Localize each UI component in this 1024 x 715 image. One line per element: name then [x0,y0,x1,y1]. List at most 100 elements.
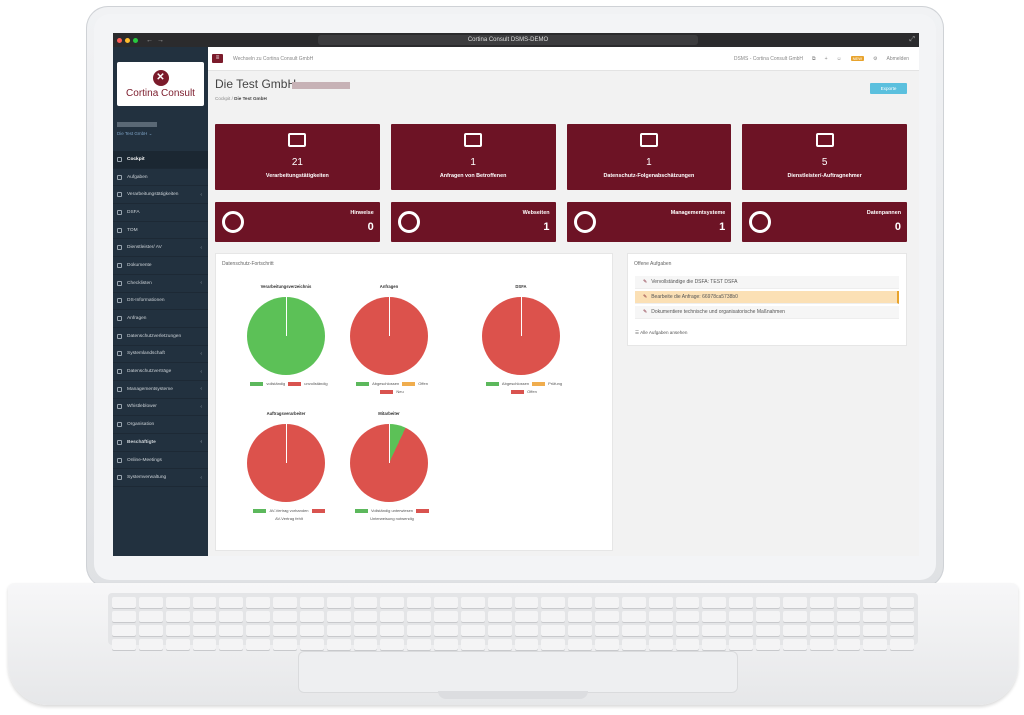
status-tile-label: Datenpannen [866,210,901,216]
legend-swatch [354,508,368,513]
keyboard-key [541,639,566,650]
sidebar-item-aufgaben[interactable]: Aufgaben [113,169,208,187]
keyboard-key [890,611,914,622]
status-tile-count: 0 [894,221,901,233]
status-tile[interactable]: Managementsysteme 1 [566,202,732,242]
sidebar-item-label: DS-Informationen [127,298,165,304]
keyboard-key [353,639,378,650]
plus-icon[interactable]: + [825,56,828,62]
sidebar-item-dienstleister-av[interactable]: Dienstleister/ AV ‹ [113,239,208,258]
sidebar-item-verarbeitungstätigkeiten[interactable]: Verarbeitungstätigkeiten ‹ [113,186,208,205]
sidebar-item-label: Organisation [127,422,155,428]
keyboard-key [890,639,914,650]
sidebar-item-dokumente[interactable]: Dokumente [113,257,208,275]
sidebar-item-beschäftigte[interactable]: Beschäftigte ‹ [113,434,208,452]
cortina-logo[interactable]: ✕ Cortina Consult [117,62,204,106]
summary-tile[interactable]: 1 Anfragen von Betroffenen [390,124,556,190]
keyboard-key [675,639,700,650]
settings-icon[interactable]: ⚙ [873,56,877,62]
maximize-dot[interactable] [133,37,138,43]
page-title: Die Test GmbH [215,77,297,91]
keyboard-key [595,597,619,608]
sidebar-item-datenschutzverträge[interactable]: Datenschutzverträge ‹ [113,363,208,381]
fullscreen-icon[interactable]: ⤢ [909,36,915,44]
sidebar-item-label: Cockpit [127,156,145,162]
summary-tile[interactable]: 5 Dienstleister/-Auftragnehmer [742,124,907,190]
task-item[interactable]: ✎ Vervollständige die DSFA: TEST DSFA [635,276,899,289]
list-icon [288,133,307,147]
tile-count: 1 [470,157,476,168]
logout-link[interactable]: Abmelden [886,56,909,62]
sidebar-item-anfragen[interactable]: Anfragen [113,310,208,328]
keyboard-key [595,611,619,622]
chevron-left-icon: ‹ [200,386,202,393]
all-tasks-link[interactable]: ☰ Alle Aufgaben ansehen [635,330,687,336]
menu-toggle-button[interactable]: ≡ [212,54,223,63]
sidebar-item-systemlandschaft[interactable]: Systemlandschaft ‹ [113,346,208,364]
user-icon[interactable]: ☺ [837,56,842,62]
summary-tile[interactable]: 1 Datenschutz-Folgenabschätzungen [566,124,732,190]
keyboard-key [487,639,512,650]
summary-tile[interactable]: 21 Verarbeitungstätigkeiten [215,124,380,190]
keyboard-key [621,611,646,622]
sidebar-item-online-meetings[interactable]: Online-Meetings [113,452,208,470]
keyboard-key [836,639,861,650]
sidebar-item-ds-informationen[interactable]: DS-Informationen [113,293,208,311]
sidebar-item-managementsysteme[interactable]: Managementsysteme ‹ [113,381,208,399]
close-dot[interactable] [117,37,122,43]
status-tile[interactable]: Hinweise 0 [215,202,380,242]
legend-swatch [511,389,525,394]
keyboard-key [246,639,270,650]
minimize-dot[interactable] [125,37,130,43]
chevron-left-icon: ‹ [200,350,202,357]
switch-company-link[interactable]: Wechseln zu Cortina Consult GmbH [233,56,313,62]
export-button[interactable]: Exporte [870,83,907,94]
keyboard-key [407,597,431,608]
keyboard-key [219,597,244,608]
pie-title: DSFA [515,284,527,289]
keyboard-key [273,625,297,636]
sidebar-item-checklisten[interactable]: Checklisten ‹ [113,275,208,293]
legend-swatch [485,381,499,386]
keyboard-key [192,639,217,650]
status-tile[interactable]: Datenpannen 0 [742,202,907,242]
sidebar-item-label: Managementsysteme [127,386,173,392]
tile-label: Datenschutz-Folgenabschätzungen [603,173,695,179]
sidebar-item-icon [117,386,122,392]
sidebar-item-whistleblower[interactable]: Whistleblower ‹ [113,399,208,417]
sidebar-item-tom[interactable]: TOM [113,222,208,240]
alert-icon [749,211,772,233]
notification-badge[interactable]: NEW [850,56,864,61]
keyboard-key [138,639,163,650]
sidebar-item-cockpit[interactable]: Cockpit [113,151,208,169]
browser-titlebar: ←→ Cortina Consult DSMS-DEMO ⤢ [113,33,919,47]
keyboard-key [809,611,834,622]
legend-label: unvollständig [304,381,328,386]
sidebar-item-dsfa[interactable]: DSFA [113,204,208,222]
keyboard-key [514,611,539,622]
keyboard-key [568,611,592,622]
sidebar-item-icon [117,457,122,463]
status-tile[interactable]: Webseiten 1 [390,202,556,242]
edit-icon: ✎ [643,309,648,315]
copy-icon[interactable]: ⧉ [812,56,816,62]
keyboard-key [434,625,458,636]
back-forward-icons[interactable]: ←→ [146,37,168,44]
keyboard-key [595,639,619,650]
keyboard-key [541,611,566,622]
company-switcher[interactable]: Die Test GmbH ⌄ [113,127,208,137]
keyboard-key [165,639,190,650]
keyboard-key [729,625,753,636]
status-tile-label: Managementsysteme [670,210,726,216]
sidebar-item-icon [117,439,122,445]
sidebar-item-systemverwaltung[interactable]: Systemverwaltung ‹ [113,469,208,488]
sidebar-item-label: Anfragen [127,316,147,322]
breadcrumb-root[interactable]: Cockpit [215,96,230,101]
sidebar-item-datenschutzverletzungen[interactable]: Datenschutzverletzungen [113,328,208,346]
gauge-icon [573,211,596,233]
task-item[interactable]: ✎ Bearbeite die Anfrage: 66978ca5738b0 [635,291,899,304]
sidebar-item-organisation[interactable]: Organisation [113,416,208,434]
task-text: Vervollständige die DSFA: TEST DSFA [651,279,738,285]
task-item[interactable]: ✎ Dokumentiere technische und organisator… [635,306,899,319]
keyboard-key [702,597,727,608]
